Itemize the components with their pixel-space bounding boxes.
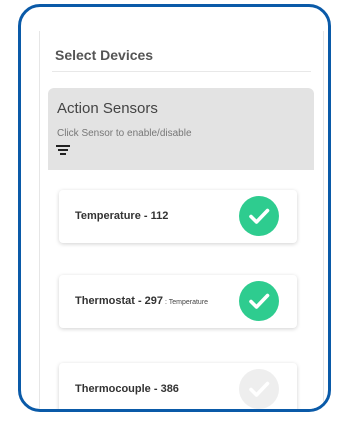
select-devices-panel: Select Devices Action Sensors Click Sens… — [39, 31, 324, 409]
check-circle-icon[interactable] — [239, 196, 279, 236]
action-sensors-header: Action Sensors Click Sensor to enable/di… — [48, 88, 314, 170]
check-mark — [249, 381, 270, 397]
check-circle-icon[interactable] — [239, 281, 279, 321]
device-frame: Select Devices Action Sensors Click Sens… — [18, 4, 331, 412]
filter-icon[interactable] — [56, 144, 70, 156]
sensor-name: Thermocouple — [75, 383, 151, 395]
divider — [52, 71, 311, 72]
sensor-card-temperature[interactable]: Temperature - 112 — [59, 190, 297, 243]
panel-title: Select Devices — [55, 47, 154, 63]
sensor-card-thermocouple[interactable]: Thermocouple - 386 — [59, 363, 297, 409]
sensor-id: - 297 — [134, 295, 164, 307]
sensor-id: - 386 — [150, 383, 179, 395]
sensor-name: Thermostat — [75, 295, 135, 307]
check-circle-icon[interactable] — [239, 369, 279, 409]
action-sensors-title: Action Sensors — [57, 100, 158, 117]
sensor-label: Temperature - 112 — [75, 190, 168, 243]
sensor-list: Temperature - 112 Thermostat - 297 : Tem… — [48, 170, 314, 409]
check-mark — [249, 293, 270, 309]
sensor-id: - 112 — [140, 210, 169, 222]
sensor-card-thermostat[interactable]: Thermostat - 297 : Temperature — [59, 275, 297, 328]
sensors-hint: Click Sensor to enable/disable — [57, 128, 192, 139]
sensor-name: Temperature — [75, 210, 141, 222]
sensor-label: Thermostat - 297 : Temperature — [75, 275, 208, 328]
sensor-sub: : Temperature — [163, 299, 209, 306]
check-mark — [249, 208, 270, 224]
sensor-label: Thermocouple - 386 — [75, 363, 179, 409]
